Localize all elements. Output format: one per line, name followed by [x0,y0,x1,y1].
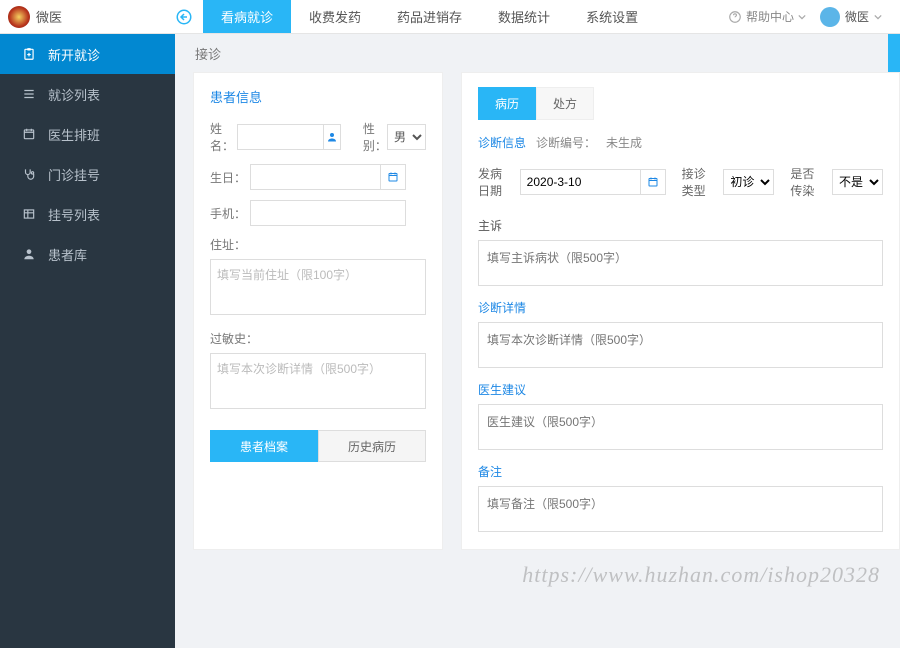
diag-info-line: 诊断信息 诊断编号： 未生成 [478,134,883,151]
clipboard-plus-icon [22,47,36,61]
sidebar-item-patients[interactable]: 患者库 [0,234,175,274]
infectious-label: 是否传染 [790,165,824,199]
diagnosis-panel: 病历 处方 诊断信息 诊断编号： 未生成 发病日期 接诊类型 初诊 [461,72,900,550]
sidebar-item-schedule[interactable]: 医生排班 [0,114,175,154]
patient-title: 患者信息 [210,87,426,106]
user-name: 微医 [845,8,869,25]
note-title: 备注 [478,463,883,480]
help-label: 帮助中心 [746,8,794,25]
advice-title: 医生建议 [478,381,883,398]
nav-tab-billing[interactable]: 收费发药 [291,0,379,33]
calendar-addon-icon[interactable] [380,164,406,190]
sidebar: 新开就诊 就诊列表 医生排班 门诊挂号 挂号列表 患者库 [0,34,175,648]
main-area: 接诊 患者信息 姓名： 性别： 男 生日： [175,34,900,648]
nav-tab-settings[interactable]: 系统设置 [568,0,656,33]
diag-query-row: 发病日期 接诊类型 初诊 是否传染 不是 [478,165,883,199]
infectious-select[interactable]: 不是 [832,169,883,195]
user-menu[interactable]: 微医 [820,7,882,27]
sidebar-item-label: 就诊列表 [48,85,100,104]
avatar [820,7,840,27]
onset-label: 发病日期 [478,165,512,199]
visit-type-label: 接诊类型 [682,165,716,199]
gender-select[interactable]: 男 [387,124,426,150]
detail-title: 诊断详情 [478,299,883,316]
sidebar-item-label: 医生排班 [48,125,100,144]
history-record-button[interactable]: 历史病历 [318,430,426,462]
nav-tabs: 看病就诊 收费发药 药品进销存 数据统计 系统设置 [203,0,656,33]
logo-area: 微医 [0,6,175,28]
chevron-down-icon [798,13,806,21]
allergy-input[interactable] [210,353,426,409]
name-input[interactable] [237,124,323,150]
sidebar-item-label: 挂号列表 [48,205,100,224]
sidebar-item-new-visit[interactable]: 新开就诊 [0,34,175,74]
address-input[interactable] [210,259,426,315]
detail-input[interactable] [478,322,883,368]
sidebar-item-register-list[interactable]: 挂号列表 [0,194,175,234]
nav-tab-clinic[interactable]: 看病就诊 [203,0,291,33]
calendar-addon-icon[interactable] [640,169,666,195]
help-link[interactable]: 帮助中心 [728,8,806,25]
tab-medical-record[interactable]: 病历 [478,87,536,120]
diag-info-label: 诊断信息 [478,134,526,151]
exit-icon[interactable] [175,8,193,26]
stethoscope-icon [22,167,36,181]
breadcrumb-label: 接诊 [195,44,221,63]
allergy-label: 过敏史： [210,330,426,347]
breadcrumb-accent [888,34,900,72]
logo-icon [8,6,30,28]
chief-input[interactable] [478,240,883,286]
chief-title: 主诉 [478,217,883,234]
sidebar-item-label: 患者库 [48,245,87,264]
user-addon-icon[interactable] [323,124,341,150]
visit-type-select[interactable]: 初诊 [723,169,774,195]
phone-input[interactable] [250,200,406,226]
note-input[interactable] [478,486,883,532]
diag-code-label: 诊断编号： [536,134,596,151]
sidebar-item-visit-list[interactable]: 就诊列表 [0,74,175,114]
sidebar-item-label: 门诊挂号 [48,165,100,184]
address-label: 住址： [210,236,426,253]
onset-date-input[interactable] [520,169,640,195]
patient-panel: 患者信息 姓名： 性别： 男 生日： 手机： 住址： [193,72,443,550]
birthday-label: 生日： [210,169,250,186]
birthday-input[interactable] [250,164,380,190]
name-label: 姓名： [210,120,237,154]
breadcrumb: 接诊 [175,34,900,72]
sidebar-item-label: 新开就诊 [48,45,100,64]
header-right: 帮助中心 微医 [728,7,900,27]
calendar-icon [22,127,36,141]
chevron-down-icon [874,13,882,21]
nav-tab-stats[interactable]: 数据统计 [480,0,568,33]
brand-name: 微医 [36,7,62,26]
diag-code-value: 未生成 [606,134,642,151]
top-header: 微医 看病就诊 收费发药 药品进销存 数据统计 系统设置 帮助中心 微医 [0,0,900,34]
table-icon [22,207,36,221]
user-icon [22,247,36,261]
phone-label: 手机： [210,205,250,222]
diag-tabs: 病历 处方 [478,87,883,120]
patient-archive-button[interactable]: 患者档案 [210,430,318,462]
list-icon [22,87,36,101]
sidebar-item-register[interactable]: 门诊挂号 [0,154,175,194]
advice-input[interactable] [478,404,883,450]
gender-label: 性别： [363,120,387,154]
tab-prescription[interactable]: 处方 [536,87,594,120]
nav-tab-inventory[interactable]: 药品进销存 [379,0,480,33]
